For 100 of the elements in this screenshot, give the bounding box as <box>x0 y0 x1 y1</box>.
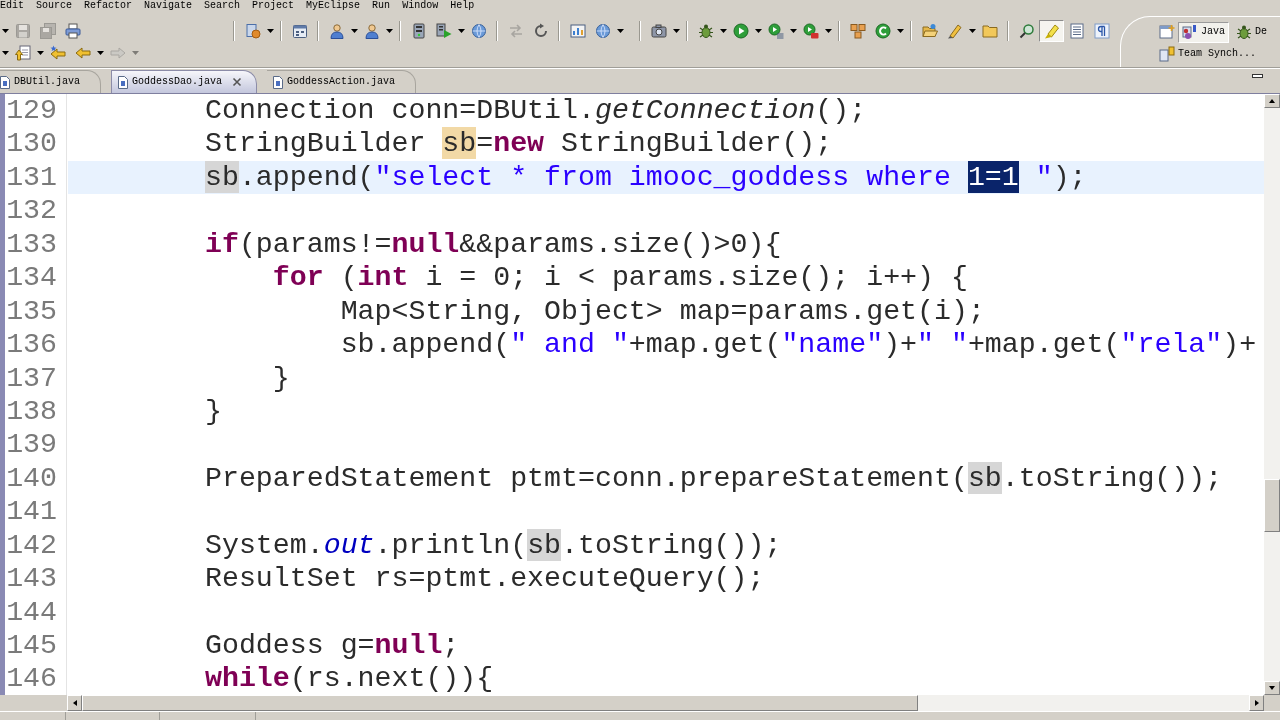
code-line: if(params!=null&&params.size()>0){ <box>205 227 782 260</box>
back-arrow-star-icon[interactable] <box>49 45 66 61</box>
text-lines-icon[interactable] <box>1068 23 1085 39</box>
line-number: 132 <box>6 194 57 228</box>
file-icon <box>118 75 128 89</box>
search-icon[interactable] <box>1018 23 1035 39</box>
right-triangle-icon <box>1253 700 1260 706</box>
window-plus-icon[interactable] <box>1159 24 1175 40</box>
caret-icon[interactable] <box>719 29 727 33</box>
menu-item[interactable]: Project <box>246 0 301 11</box>
up-triangle-icon <box>1269 98 1275 104</box>
pencil-icon[interactable] <box>946 23 963 39</box>
menu-item[interactable]: Edit <box>0 0 30 11</box>
code-line: sb.append(" and "+map.get("name")+" "+map.get("rela")+ <box>340 328 1257 361</box>
caret-icon[interactable] <box>754 29 762 33</box>
code-line: } <box>272 361 290 394</box>
caret-icon[interactable] <box>96 51 104 55</box>
caret-icon[interactable] <box>350 29 358 33</box>
scroll-right-button[interactable] <box>1249 695 1264 711</box>
circle-arc-icon[interactable] <box>874 23 891 39</box>
boxes-icon[interactable] <box>849 23 866 39</box>
caret-icon[interactable] <box>789 29 797 33</box>
line-number: 139 <box>6 428 57 462</box>
code-line: } <box>205 394 222 427</box>
perspective-button[interactable]: Java <box>1178 21 1229 43</box>
line-number: 129 <box>6 94 57 128</box>
caret-icon[interactable] <box>824 29 832 33</box>
menu-item[interactable]: Refactor <box>78 0 139 11</box>
caret-icon[interactable] <box>1 29 9 33</box>
bug-icon[interactable] <box>697 23 714 39</box>
menu-item[interactable]: Search <box>198 0 247 11</box>
caret-icon[interactable] <box>968 29 976 33</box>
refresh-icon[interactable] <box>532 23 549 39</box>
line-number: 137 <box>6 361 57 395</box>
code-line: sb.append("select * from imooc_goddess where 1=1 "); <box>205 160 1087 193</box>
play-icon[interactable] <box>732 23 749 39</box>
line-number: 133 <box>6 227 57 262</box>
down-triangle-icon <box>1269 685 1275 691</box>
caret-icon[interactable] <box>672 29 680 33</box>
globe-icon[interactable] <box>470 23 487 39</box>
menu-item[interactable]: Run <box>366 0 397 11</box>
scroll-up-button[interactable] <box>1264 94 1280 108</box>
menu-item[interactable]: Navigate <box>138 0 199 11</box>
editor-tab[interactable]: GoddessDao.java <box>111 70 258 93</box>
scrollbar-thumb[interactable] <box>1264 479 1280 532</box>
menu-item[interactable]: Help <box>444 0 481 11</box>
menu-item[interactable]: Source <box>30 0 79 11</box>
person-icon[interactable] <box>363 23 380 39</box>
file-icon <box>0 75 10 89</box>
documents-icon <box>1159 45 1175 62</box>
code-line: PreparedStatement ptmt=conn.prepareStatement(sb.toString()); <box>205 461 1223 494</box>
line-number: 145 <box>6 629 57 663</box>
caret-icon[interactable] <box>385 29 393 33</box>
printer-icon[interactable] <box>64 23 81 39</box>
line-number: 135 <box>6 294 57 329</box>
play-list-icon[interactable] <box>767 23 784 39</box>
line-number: 143 <box>6 562 57 596</box>
minimize-icon[interactable] <box>1252 73 1263 79</box>
menu-item[interactable]: Window <box>396 0 445 11</box>
line-number: 134 <box>6 261 57 295</box>
perspective-button[interactable]: Team Synch... <box>1155 43 1260 64</box>
scrollbar-thumb[interactable] <box>82 695 918 711</box>
scroll-left-button[interactable] <box>67 695 82 711</box>
folder-icon[interactable] <box>981 23 998 39</box>
caret-icon[interactable] <box>457 29 465 33</box>
code-line: System.out.println(sb.toString()); <box>205 528 782 561</box>
menu-item[interactable]: MyEclipse <box>300 0 367 11</box>
calendar-icon[interactable] <box>291 23 308 39</box>
file-icon <box>273 75 284 89</box>
code-line: Goddess g=null; <box>205 629 460 661</box>
pilcrow-icon[interactable] <box>1093 23 1110 39</box>
perspective-button[interactable]: De <box>1232 21 1272 43</box>
close-icon[interactable] <box>232 77 243 87</box>
page-circles-icon <box>1182 24 1198 40</box>
caret-icon[interactable] <box>36 51 44 55</box>
code-line: Connection conn=DBUtil.getConnection(); <box>205 94 867 126</box>
code-line: for (int i = 0; i < params.size(); i++) { <box>272 261 968 294</box>
caret-icon[interactable] <box>266 29 274 33</box>
left-triangle-icon <box>71 700 78 706</box>
folder-open-icon[interactable] <box>921 23 938 39</box>
line-number: 131 <box>6 160 57 195</box>
document-up-arrow-icon[interactable] <box>14 45 31 61</box>
line-number: 144 <box>6 595 57 629</box>
line-number: 136 <box>6 328 57 362</box>
caret-icon[interactable] <box>896 29 904 33</box>
scroll-down-button[interactable] <box>1264 681 1280 695</box>
line-number: 138 <box>6 394 57 429</box>
camera-icon[interactable] <box>650 23 667 39</box>
play-stop-icon[interactable] <box>802 23 819 39</box>
globe-icon[interactable] <box>594 23 611 39</box>
caret-icon[interactable] <box>1 51 9 55</box>
line-number: 142 <box>6 528 57 563</box>
person-icon[interactable] <box>328 23 345 39</box>
server-icon[interactable] <box>410 23 427 39</box>
chart-icon[interactable] <box>569 23 586 39</box>
code-line: ResultSet rs=ptmt.executeQuery(); <box>205 562 765 595</box>
document-ball-icon[interactable] <box>244 23 261 39</box>
caret-icon[interactable] <box>616 29 624 33</box>
server-play-icon[interactable] <box>435 23 452 39</box>
code-line: while(rs.next()){ <box>205 662 494 695</box>
